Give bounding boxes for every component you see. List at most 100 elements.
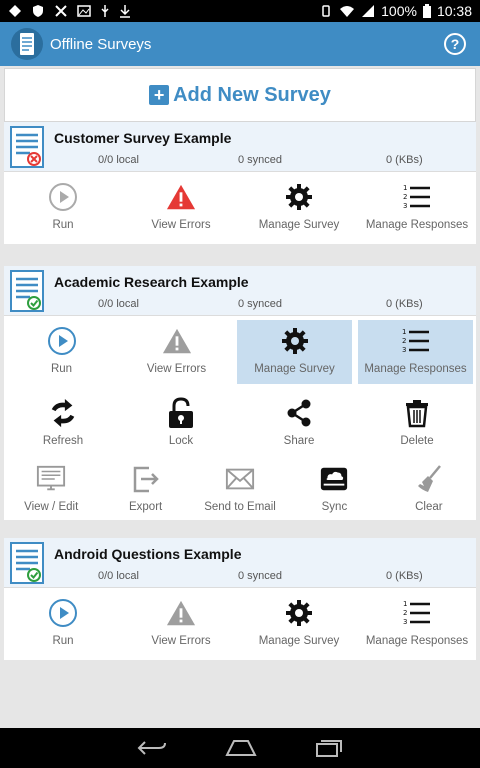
survey-actions: Run View Errors Manage Survey 123 Manage… [4, 588, 476, 660]
synced-count: 0 synced [238, 154, 283, 166]
play-icon [49, 599, 77, 627]
view-edit-label: View / Edit [24, 501, 79, 513]
survey-list: + Add New Survey Customer Survey Example… [0, 66, 480, 728]
manage-responses-button[interactable]: 123 Manage Responses [358, 320, 473, 384]
survey-card-expanded: Academic Research Example 0/0 local 0 sy… [4, 266, 476, 520]
survey-title: Academic Research Example [54, 274, 249, 290]
lock-button[interactable]: Lock [122, 388, 240, 454]
trash-icon [406, 400, 428, 428]
run-button[interactable]: Run [4, 172, 122, 244]
manage-survey-label: Manage Survey [254, 363, 335, 375]
view-edit-button[interactable]: View / Edit [4, 454, 98, 520]
shield-icon [33, 5, 43, 17]
email-icon [225, 468, 255, 490]
cloud-drive-icon [321, 467, 348, 491]
svg-text:3: 3 [403, 618, 407, 626]
svg-text:2: 2 [403, 609, 407, 617]
view-errors-button[interactable]: View Errors [119, 316, 234, 388]
notification-icon [9, 5, 21, 17]
svg-text:1: 1 [403, 184, 407, 192]
manage-responses-button[interactable]: 123 Manage Responses [358, 172, 476, 244]
manage-responses-label: Manage Responses [365, 219, 469, 231]
synced-count: 0 synced [238, 298, 283, 310]
survey-title: Customer Survey Example [54, 130, 232, 146]
wifi-icon [340, 6, 355, 17]
survey-card: Android Questions Example 0/0 local 0 sy… [4, 538, 476, 660]
monitor-edit-icon [37, 465, 66, 491]
battery-level: 100% [381, 3, 417, 19]
survey-header[interactable]: Customer Survey Example 0/0 local 0 sync… [4, 122, 476, 172]
export-button[interactable]: Export [98, 454, 192, 520]
view-errors-button[interactable]: View Errors [122, 172, 240, 244]
battery-icon [422, 4, 431, 18]
manage-responses-label: Manage Responses [364, 363, 467, 375]
svg-text:3: 3 [403, 202, 407, 210]
survey-header[interactable]: Academic Research Example 0/0 local 0 sy… [4, 266, 476, 316]
manage-survey-button[interactable]: Manage Survey [240, 172, 358, 244]
delete-label: Delete [400, 435, 434, 447]
delete-button[interactable]: Delete [358, 388, 476, 454]
refresh-icon [51, 398, 75, 428]
add-new-survey-button[interactable]: + Add New Survey [4, 68, 476, 122]
run-button[interactable]: Run [4, 316, 119, 388]
broom-icon [417, 465, 441, 492]
share-icon [287, 399, 311, 427]
manage-survey-label: Manage Survey [258, 635, 340, 647]
manage-responses-label: Manage Responses [365, 635, 469, 647]
run-label: Run [50, 363, 73, 375]
run-label: Run [52, 219, 74, 231]
size-kbs: 0 (KBs) [386, 570, 423, 582]
view-errors-label: View Errors [146, 363, 207, 375]
app-bar: Offline Surveys ? [0, 22, 480, 66]
warning-icon [162, 328, 191, 354]
survey-doc-check-icon [10, 542, 44, 584]
refresh-button[interactable]: Refresh [4, 388, 122, 454]
survey-actions: Run View Errors Manage Survey 123 Manage… [4, 316, 476, 388]
refresh-label: Refresh [42, 435, 84, 447]
survey-card: Customer Survey Example 0/0 local 0 sync… [4, 122, 476, 244]
tools-icon [55, 5, 67, 17]
share-button[interactable]: Share [240, 388, 358, 454]
synced-count: 0 synced [238, 570, 283, 582]
app-logo-icon [11, 28, 43, 60]
view-errors-button[interactable]: View Errors [122, 588, 240, 660]
navigation-bar [0, 728, 480, 768]
add-new-survey-label: Add New Survey [173, 83, 331, 106]
back-icon[interactable] [137, 739, 167, 757]
sync-label: Sync [321, 501, 348, 513]
image-icon [77, 5, 91, 17]
sync-button[interactable]: Sync [287, 454, 381, 520]
lock-label: Lock [168, 435, 194, 447]
local-count: 0/0 local [98, 154, 139, 166]
run-label: Run [52, 635, 74, 647]
home-icon[interactable] [225, 739, 257, 757]
signal-icon [362, 5, 375, 17]
clock: 10:38 [436, 3, 472, 19]
survey-actions: Run View Errors Manage Survey 123 Manage… [4, 172, 476, 244]
clear-label: Clear [415, 501, 443, 513]
clear-button[interactable]: Clear [382, 454, 476, 520]
numbered-list-icon: 123 [403, 600, 430, 626]
lock-icon [169, 397, 193, 428]
gear-icon [281, 328, 308, 354]
export-icon [133, 466, 159, 493]
send-to-email-button[interactable]: Send to Email [193, 454, 287, 520]
manage-survey-button[interactable]: Manage Survey [240, 588, 358, 660]
recents-icon[interactable] [315, 738, 343, 758]
help-button[interactable]: ? [444, 33, 466, 55]
svg-text:2: 2 [403, 193, 407, 201]
vibrate-icon [322, 5, 330, 17]
manage-responses-button[interactable]: 123 Manage Responses [358, 588, 476, 660]
survey-header[interactable]: Android Questions Example 0/0 local 0 sy… [4, 538, 476, 588]
export-label: Export [128, 501, 163, 513]
svg-text:3: 3 [402, 346, 406, 354]
survey-doc-error-icon [10, 126, 44, 168]
size-kbs: 0 (KBs) [386, 298, 423, 310]
survey-doc-check-icon [10, 270, 44, 312]
local-count: 0/0 local [98, 298, 139, 310]
run-button[interactable]: Run [4, 588, 122, 660]
size-kbs: 0 (KBs) [386, 154, 423, 166]
numbered-list-icon: 123 [402, 328, 429, 354]
survey-actions-extra: Refresh Lock Share Delete [4, 388, 476, 454]
manage-survey-button[interactable]: Manage Survey [237, 320, 352, 384]
